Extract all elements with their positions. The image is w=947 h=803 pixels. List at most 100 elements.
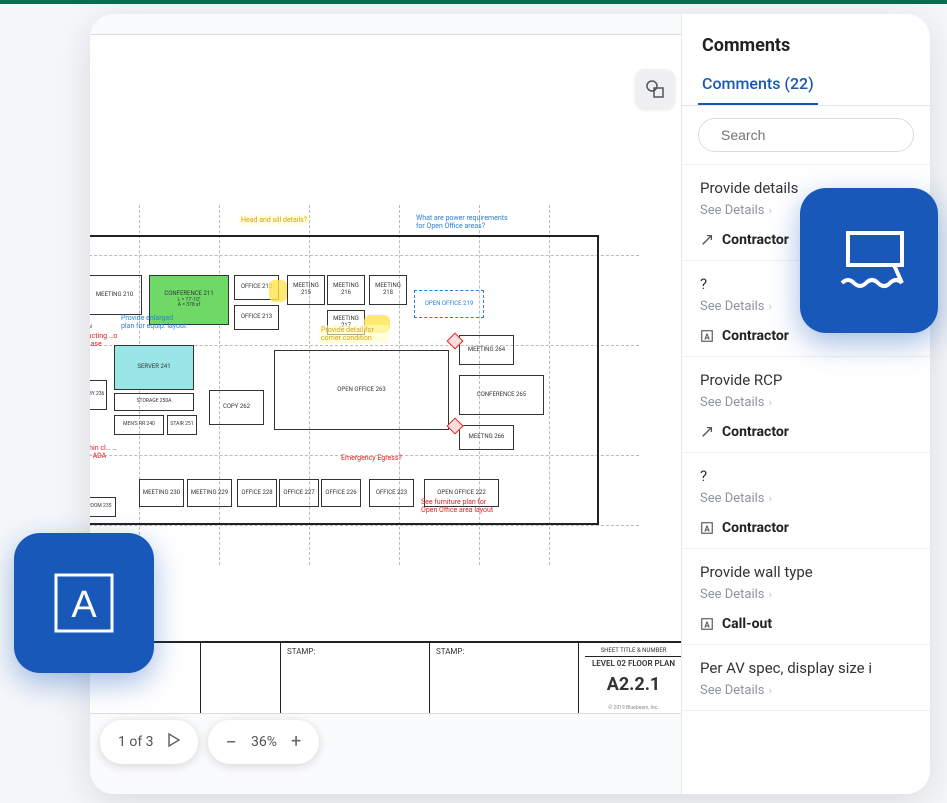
see-details-link[interactable]: See Details ›: [700, 683, 912, 698]
author-label: Contractor: [722, 232, 789, 248]
chevron-right-icon: ›: [769, 684, 772, 697]
play-icon: [168, 733, 180, 747]
see-details-label: See Details: [700, 395, 765, 410]
annotation-furniture-plan[interactable]: See furniture plan for Open Office area …: [419, 497, 504, 515]
see-details-link[interactable]: See Details ›: [700, 491, 912, 506]
copyright-text: © 2019 Bluebeam, Inc.: [579, 705, 682, 711]
room-meeting-215: MEETING 215: [287, 275, 325, 305]
chevron-right-icon: ›: [769, 588, 772, 601]
svg-text:A: A: [704, 333, 710, 342]
stamp-icon: A: [700, 521, 714, 535]
chevron-right-icon: ›: [769, 300, 772, 313]
callout-tool-icon: [824, 221, 914, 301]
room-meeting-216: MEETING 216: [327, 275, 365, 305]
stamp-cell-1: STAMP:: [281, 643, 430, 713]
next-page-button[interactable]: [168, 733, 180, 751]
room-stair-251: STAIR 251: [167, 415, 197, 435]
author-label: Call-out: [722, 616, 772, 632]
chevron-right-icon: ›: [769, 204, 772, 217]
room-meeting-266: MEETNG 266: [459, 425, 514, 450]
title-block: STAMP: STAMP: SHEET TITLE & NUMBER LEVEL…: [90, 641, 682, 713]
sheet-number: A2.2.1: [585, 674, 682, 695]
room-open-office-219: OPEN OFFICE 219: [414, 290, 484, 318]
arrow-icon: [700, 425, 714, 439]
see-details-label: See Details: [700, 299, 765, 314]
viewer-controls: 1 of 3 − 36% +: [100, 720, 319, 764]
stamp-icon: A: [700, 617, 714, 631]
room-office-228: OFFICE 228: [237, 479, 277, 507]
room-meeting-229: MEETING 229: [187, 479, 232, 507]
see-details-label: See Details: [700, 683, 765, 698]
room-meeting-230: MEETING 230: [139, 479, 184, 507]
author-label: Contractor: [722, 328, 789, 344]
sheet-title: LEVEL 02 FLOOR PLAN: [585, 659, 682, 668]
annotation-chase[interactable]: …ucting …o chase: [90, 331, 121, 349]
room-mens-rr-240: MEN'S RR 240: [114, 415, 164, 435]
comment-item[interactable]: Provide RCP See Details › Contractor: [682, 357, 930, 453]
room-storage-250a: STORAGE 250A: [114, 393, 194, 411]
comment-title: Provide RCP: [700, 371, 912, 389]
see-details-label: See Details: [700, 203, 765, 218]
comment-title: ?: [700, 467, 912, 485]
see-details-link[interactable]: See Details ›: [700, 587, 912, 602]
shapes-icon: [645, 79, 665, 99]
annotation-power-req[interactable]: What are power requirements for Open Off…: [414, 213, 514, 231]
arrow-icon: [700, 233, 714, 247]
app-window: MEETING 210 CONFERENCE 211 L = 77'-10" A…: [90, 14, 930, 794]
room-lobby-236: LOBBY 236: [90, 380, 107, 410]
room-server-241: SERVER 241: [114, 345, 194, 390]
comment-title: Per AV spec, display size i: [700, 659, 912, 677]
text-tool-icon: A: [46, 565, 122, 641]
stamp-icon: A: [700, 329, 714, 343]
feature-tile-markup[interactable]: A: [14, 533, 154, 673]
drawing-viewer[interactable]: MEETING 210 CONFERENCE 211 L = 77'-10" A…: [90, 14, 682, 794]
comment-title: Provide wall type: [700, 563, 912, 581]
comments-tab[interactable]: Comments (22): [698, 66, 818, 106]
zoom-control: − 36% +: [208, 720, 320, 764]
feature-tile-callout[interactable]: [800, 188, 938, 333]
search-input[interactable]: [721, 127, 902, 143]
svg-text:A: A: [704, 621, 710, 630]
svg-text:A: A: [71, 584, 97, 626]
comment-author: A Contractor: [700, 520, 912, 536]
room-office-227: OFFICE 227: [279, 479, 319, 507]
see-details-label: See Details: [700, 587, 765, 602]
room-office-213: OFFICE 213: [234, 305, 279, 330]
room-meeting-210: MEETING 210: [90, 275, 142, 315]
annotation-enlarged-plan[interactable]: Provide enlarged plan for equip. layout: [119, 313, 189, 331]
annotation-emergency-egress[interactable]: Emergency Egress?: [339, 453, 404, 463]
sheet-header-label: SHEET TITLE & NUMBER: [585, 647, 682, 657]
comment-item[interactable]: Provide wall type See Details › A Call-o…: [682, 549, 930, 645]
chevron-right-icon: ›: [769, 492, 772, 505]
comment-author: Contractor: [700, 424, 912, 440]
search-box[interactable]: [698, 118, 914, 152]
room-meeting-218: MEETING 218: [369, 275, 407, 305]
page-navigator: 1 of 3: [100, 720, 198, 764]
room-war-room-235: WAR ROOM 235: [90, 497, 116, 517]
shapes-tool-button[interactable]: [635, 69, 675, 109]
room-office-226: OFFICE 226: [321, 479, 361, 507]
see-details-link[interactable]: See Details ›: [700, 395, 912, 410]
see-details-label: See Details: [700, 491, 765, 506]
zoom-value: 36%: [251, 734, 277, 750]
annotation-head-sill[interactable]: Head and sill details?: [239, 215, 309, 225]
comments-heading: Comments: [682, 17, 930, 66]
room-conference-265: CONFERENCE 265: [459, 375, 544, 415]
annotation-corner-detail[interactable]: Provide detail for corner condition: [319, 325, 389, 343]
comment-item[interactable]: Per AV spec, display size i See Details …: [682, 645, 930, 711]
highlight-marker: [269, 280, 287, 302]
zoom-in-button[interactable]: +: [291, 733, 301, 751]
author-label: Contractor: [722, 520, 789, 536]
page-indicator: 1 of 3: [118, 734, 154, 750]
svg-text:A: A: [704, 525, 710, 534]
room-area: A = 378 sf: [178, 303, 200, 309]
room-copy-262: COPY 262: [209, 390, 264, 425]
sheet-info: SHEET TITLE & NUMBER LEVEL 02 FLOOR PLAN…: [579, 643, 682, 713]
room-meeting-264: MEETING 264: [459, 335, 514, 365]
drawing-sheet[interactable]: MEETING 210 CONFERENCE 211 L = 77'-10" A…: [90, 34, 682, 714]
comments-panel: Comments Comments (22) Provide details S…: [682, 14, 930, 794]
annotation-ada[interactable]: …ify thin cl… …es for ADA: [90, 443, 126, 461]
comment-item[interactable]: ? See Details › A Contractor: [682, 453, 930, 549]
room-open-office-263: OPEN OFFICE 263: [274, 350, 449, 430]
zoom-out-button[interactable]: −: [226, 732, 237, 752]
